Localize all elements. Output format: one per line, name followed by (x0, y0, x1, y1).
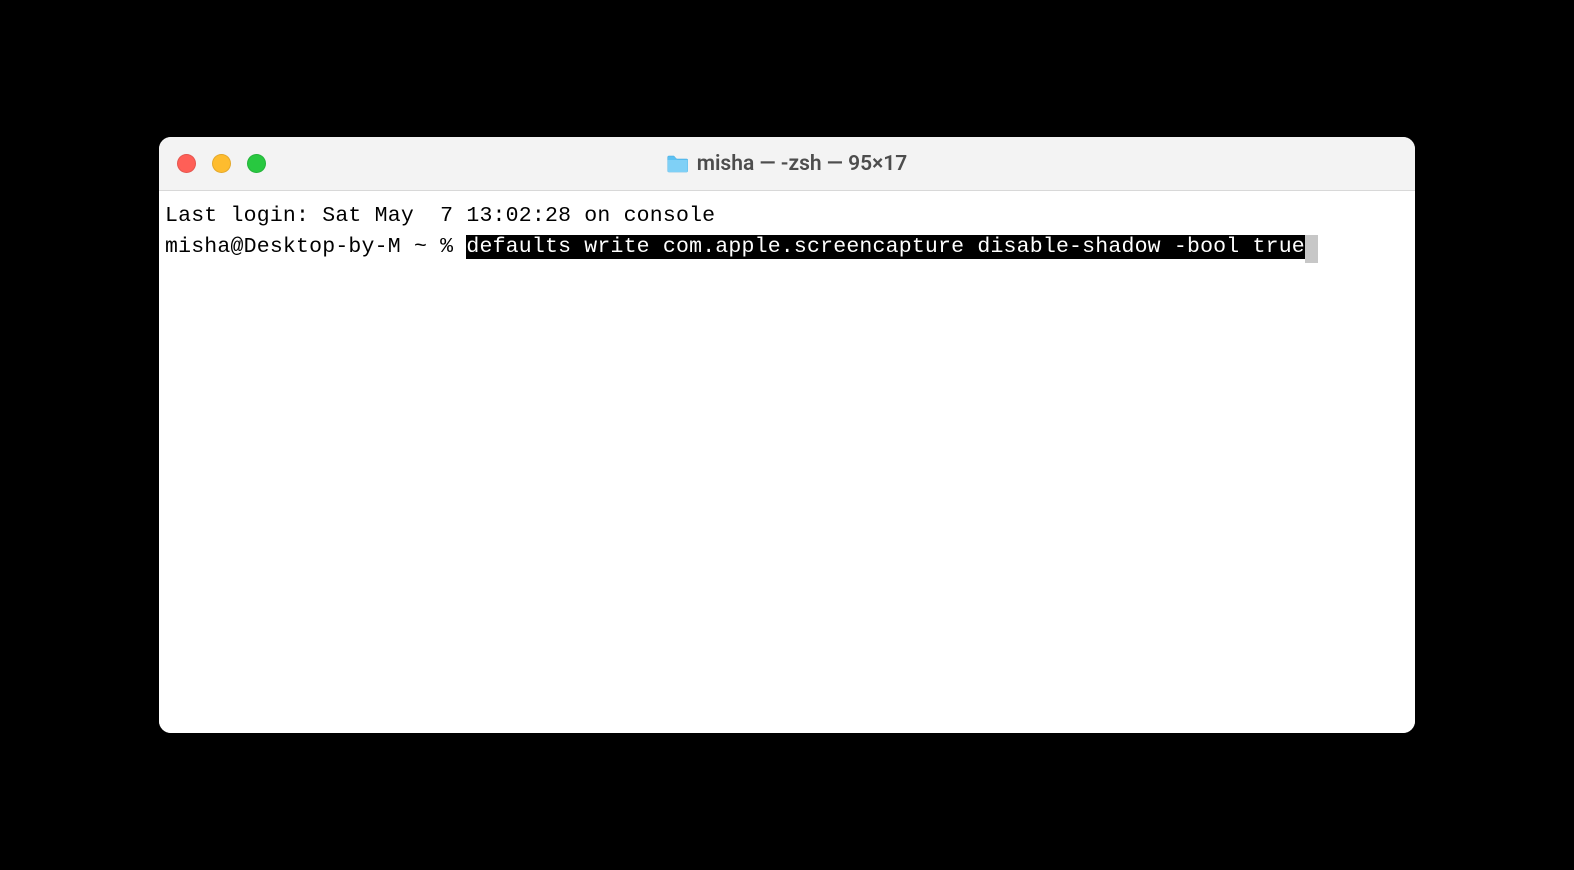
maximize-button[interactable] (247, 154, 266, 173)
prompt-line: misha@Desktop-by-M ~ % defaults write co… (165, 232, 1409, 263)
terminal-window: misha — -zsh — 95×17 Last login: Sat May… (159, 137, 1415, 733)
terminal-content[interactable]: Last login: Sat May 7 13:02:28 on consol… (159, 191, 1415, 733)
window-title: misha — -zsh — 95×17 (667, 152, 908, 176)
cursor (1305, 235, 1318, 263)
minimize-button[interactable] (212, 154, 231, 173)
last-login-line: Last login: Sat May 7 13:02:28 on consol… (165, 201, 1409, 232)
command-text[interactable]: defaults write com.apple.screencapture d… (466, 235, 1305, 259)
close-button[interactable] (177, 154, 196, 173)
window-titlebar[interactable]: misha — -zsh — 95×17 (159, 137, 1415, 191)
shell-prompt: misha@Desktop-by-M ~ % (165, 235, 466, 259)
folder-icon (667, 155, 689, 173)
window-title-text: misha — -zsh — 95×17 (697, 152, 908, 176)
traffic-lights (177, 154, 266, 173)
